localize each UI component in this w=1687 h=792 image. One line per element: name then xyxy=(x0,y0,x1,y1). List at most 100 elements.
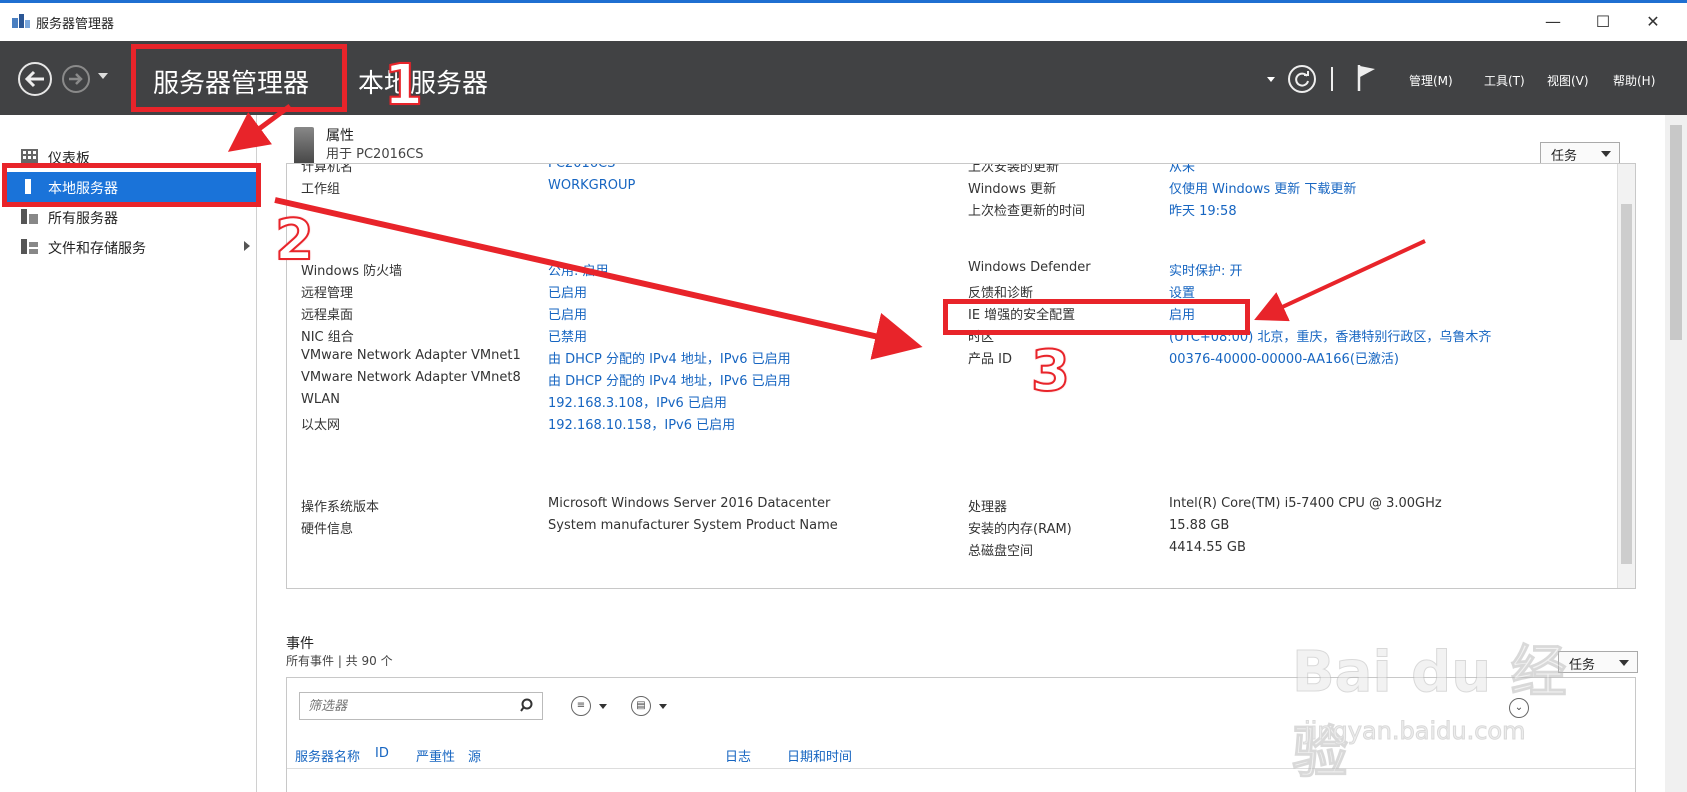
prop-value-link[interactable]: 由 DHCP 分配的 IPv4 地址，IPv6 已启用 xyxy=(548,370,791,389)
properties-tasks-dropdown[interactable]: 任务 xyxy=(1540,142,1620,164)
refresh-icon xyxy=(1295,71,1309,87)
properties-subtitle: 用于 PC2016CS xyxy=(326,147,424,162)
events-subtitle: 所有事件 | 共 90 个 xyxy=(286,654,393,668)
prop-value-link[interactable]: 00376-40000-00000-AA166(已激活) xyxy=(1169,348,1399,367)
chevron-down-icon[interactable] xyxy=(599,704,607,709)
sidebar-item-label: 文件和存储服务 xyxy=(48,241,146,257)
breadcrumb-current: 本地服务器 xyxy=(358,69,489,99)
column-server-name[interactable]: 服务器名称 xyxy=(295,746,360,765)
server-tower-icon xyxy=(294,127,314,165)
prop-label: 远程管理 xyxy=(301,286,354,301)
prop-value-link[interactable]: 已启用 xyxy=(548,304,587,323)
minimize-button[interactable]: — xyxy=(1530,9,1576,35)
prop-label: WLAN xyxy=(301,392,341,407)
prop-label: Windows 防火墙 xyxy=(301,264,403,279)
server-manager-icon xyxy=(12,14,30,28)
arrow-left-icon xyxy=(24,70,44,88)
prop-value: 4414.55 GB xyxy=(1169,540,1246,555)
menu-tools[interactable]: 工具(T) xyxy=(1484,72,1525,89)
column-severity[interactable]: 严重性 xyxy=(416,746,455,765)
prop-value-link[interactable]: PC2016CS xyxy=(548,164,615,171)
notification-flag-icon[interactable] xyxy=(1356,63,1378,93)
storage-icon xyxy=(21,239,38,254)
filter-input[interactable] xyxy=(308,697,508,715)
prop-value-link[interactable]: 由 DHCP 分配的 IPv4 地址，IPv6 已启用 xyxy=(548,348,791,367)
prop-label: 远程桌面 xyxy=(301,308,354,323)
servers-icon xyxy=(21,209,38,224)
expand-arrow-icon[interactable] xyxy=(244,241,250,251)
events-title: 事件 xyxy=(286,636,314,652)
prop-label: 上次安装的更新 xyxy=(968,163,1060,175)
main-scrollbar[interactable] xyxy=(1665,115,1687,792)
baidu-watermark: Bai du 经验 jingyan.baidu.com xyxy=(1292,623,1612,787)
minimize-icon: — xyxy=(1545,12,1561,31)
prop-value: Microsoft Windows Server 2016 Datacenter xyxy=(548,496,831,511)
prop-value-link[interactable]: 仅使用 Windows 更新 下载更新 xyxy=(1169,178,1356,197)
notifications-dropdown-icon[interactable] xyxy=(1267,77,1275,82)
prop-label: 操作系统版本 xyxy=(301,500,380,515)
annotation-number-2: 2 xyxy=(274,207,315,274)
annotation-box-2 xyxy=(2,163,261,207)
watermark-url: jingyan.baidu.com xyxy=(1303,717,1526,746)
forward-button[interactable] xyxy=(62,65,90,93)
prop-value-link[interactable]: 已禁用 xyxy=(548,326,587,345)
annotation-box-1 xyxy=(131,44,347,112)
chevron-down-icon xyxy=(1601,151,1611,157)
list-options-icon[interactable]: ≡ xyxy=(571,696,591,716)
prop-value: 15.88 GB xyxy=(1169,518,1230,533)
prop-value-link[interactable]: 192.168.10.158，IPv6 已启用 xyxy=(548,414,735,433)
maximize-icon: ☐ xyxy=(1595,12,1611,31)
refresh-button[interactable] xyxy=(1288,65,1316,93)
scroll-thumb[interactable] xyxy=(1621,204,1632,564)
annotation-box-3 xyxy=(943,299,1250,335)
prop-label: Windows 更新 xyxy=(968,182,1057,197)
search-icon[interactable] xyxy=(520,698,536,714)
prop-value: Intel(R) Core(TM) i5-7400 CPU @ 3.00GHz xyxy=(1169,496,1442,511)
prop-value-link[interactable]: 昨天 19:58 xyxy=(1169,200,1237,219)
prop-value-link[interactable]: WORKGROUP xyxy=(548,178,635,193)
header-divider xyxy=(1331,67,1333,91)
prop-label: 以太网 xyxy=(301,418,341,433)
events-filter[interactable] xyxy=(299,692,543,720)
prop-label: 上次检查更新的时间 xyxy=(968,204,1086,219)
server-manager-window: 服务器管理器 — ☐ ✕ 服务器管理器 · 本地服务器 管理(M) 工具(T) … xyxy=(0,0,1687,792)
arrow-right-icon xyxy=(69,73,83,85)
column-id[interactable]: ID xyxy=(375,746,389,761)
prop-label: 安装的内存(RAM) xyxy=(968,522,1072,537)
history-dropdown-icon[interactable] xyxy=(98,73,108,79)
chevron-down-icon[interactable] xyxy=(659,704,667,709)
chevron-down-icon xyxy=(1619,660,1629,666)
prop-value-link[interactable]: 实时保护: 开 xyxy=(1169,260,1243,279)
prop-label: 产品 ID xyxy=(968,352,1012,367)
column-source[interactable]: 源 xyxy=(468,746,481,765)
prop-value: System manufacturer System Product Name xyxy=(548,518,838,533)
prop-label: 计算机名 xyxy=(301,163,354,175)
prop-label: 处理器 xyxy=(968,500,1008,515)
prop-value-link[interactable]: 公用: 启用 xyxy=(548,260,609,279)
prop-value-link[interactable]: 192.168.3.108，IPv6 已启用 xyxy=(548,392,727,411)
back-button[interactable] xyxy=(18,62,52,96)
annotation-number-1: 1 xyxy=(383,52,424,119)
prop-value-link[interactable]: 已启用 xyxy=(548,282,587,301)
annotation-number-3: 3 xyxy=(1030,338,1071,405)
tasks-label: 任务 xyxy=(1551,149,1578,164)
menu-manage[interactable]: 管理(M) xyxy=(1409,72,1453,89)
maximize-button[interactable]: ☐ xyxy=(1580,9,1626,35)
menu-help[interactable]: 帮助(H) xyxy=(1613,72,1655,89)
column-log[interactable]: 日志 xyxy=(725,746,751,765)
scroll-thumb[interactable] xyxy=(1670,125,1682,340)
prop-label: 硬件信息 xyxy=(301,522,354,537)
properties-scrollbar[interactable] xyxy=(1617,164,1635,588)
prop-value-link[interactable]: 从未 xyxy=(1169,164,1195,175)
sidebar-item-file-storage[interactable]: 文件和存储服务 xyxy=(6,232,260,262)
prop-label: VMware Network Adapter VMnet8 xyxy=(301,370,521,385)
prop-label: 总磁盘空间 xyxy=(968,544,1034,559)
prop-label: 工作组 xyxy=(301,182,341,197)
properties-title: 属性 xyxy=(326,128,354,144)
dashboard-icon xyxy=(21,149,38,164)
close-button[interactable]: ✕ xyxy=(1630,9,1676,35)
column-date-time[interactable]: 日期和时间 xyxy=(787,746,852,765)
menu-view[interactable]: 视图(V) xyxy=(1547,72,1589,89)
save-query-icon[interactable]: ▤ xyxy=(631,696,651,716)
sidebar-item-label: 所有服务器 xyxy=(48,211,118,227)
